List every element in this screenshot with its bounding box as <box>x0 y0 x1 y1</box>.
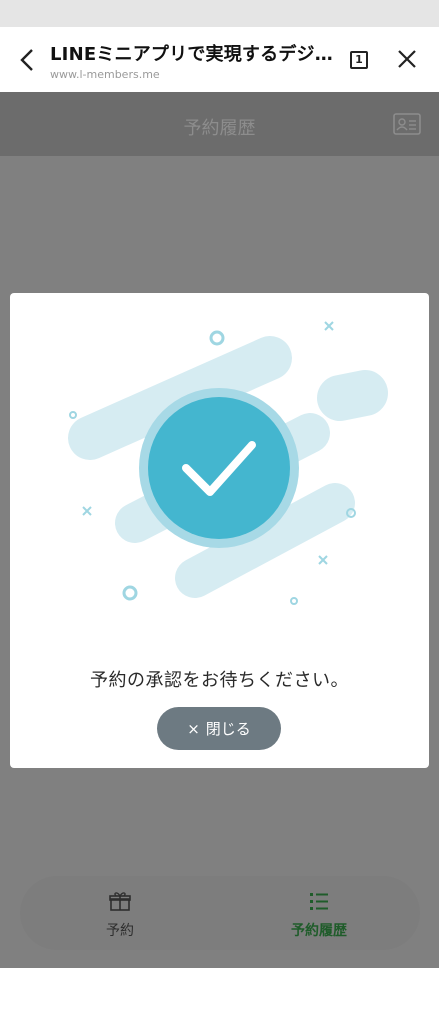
tab-count-button[interactable]: 1 <box>350 51 368 69</box>
browser-title-area: LINEミニアプリで実現するデジ… www.l-members.me <box>50 40 340 81</box>
gift-icon <box>109 892 131 911</box>
back-arrow-icon[interactable] <box>14 45 42 75</box>
list-icon <box>310 893 328 910</box>
app-title: 予約履歴 <box>183 118 256 139</box>
nav-item-reservation[interactable]: 予約 <box>60 890 180 940</box>
browser-page-title: LINEミニアプリで実現するデジ… <box>50 44 333 65</box>
close-icon: × <box>187 719 200 738</box>
close-dialog-button[interactable]: × 閉じる <box>157 707 281 750</box>
success-check-illustration <box>68 321 388 605</box>
nav-label-reservation: 予約 <box>106 923 134 939</box>
bottom-navigation: 予約 予約履歴 <box>20 876 420 950</box>
dialog-message: 予約の承認をお待ちください。 <box>90 670 349 691</box>
nav-item-reservation-history[interactable]: 予約履歴 <box>259 890 379 940</box>
confirmation-dialog: 予約の承認をお待ちください。 × 閉じる <box>10 293 429 768</box>
browser-url: www.l-members.me <box>50 68 160 81</box>
status-bar <box>0 0 439 27</box>
close-icon[interactable] <box>396 48 418 70</box>
nav-label-reservation-history: 予約履歴 <box>291 923 347 939</box>
member-card-icon[interactable] <box>393 113 421 135</box>
app-header: 予約履歴 <box>0 92 439 156</box>
bottom-safe-area <box>0 968 439 1024</box>
close-dialog-label: 閉じる <box>205 720 251 738</box>
browser-toolbar: LINEミニアプリで実現するデジ… www.l-members.me 1 <box>0 27 439 92</box>
